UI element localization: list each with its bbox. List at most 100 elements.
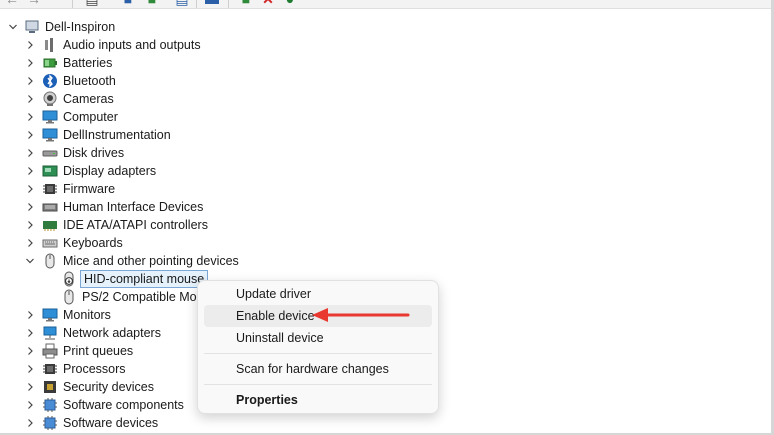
network-icon — [42, 325, 58, 341]
component-icon — [42, 397, 58, 413]
chevron-right-icon[interactable] — [25, 328, 35, 338]
tree-item-human-interface-devices[interactable]: Human Interface Devices — [25, 198, 203, 216]
mouse-icon — [42, 253, 58, 269]
tree-item-label: Computer — [63, 110, 118, 124]
tree-item-label: Disk drives — [63, 146, 125, 160]
tree-item-bluetooth[interactable]: Bluetooth — [25, 72, 116, 90]
chevron-right-icon[interactable] — [25, 400, 35, 410]
tree-item-software-devices[interactable]: Software devices — [25, 414, 158, 432]
tree-item-label: DellInstrumentation — [63, 128, 171, 142]
tree-item-label: Mice and other pointing devices — [63, 254, 239, 268]
enable-driver-icon[interactable]: ■ — [238, 0, 254, 6]
tree-item-monitors[interactable]: Monitors — [25, 306, 111, 324]
disk-icon — [42, 145, 58, 161]
tree-item-label: Network adapters — [63, 326, 161, 340]
keyboard-icon — [42, 235, 58, 251]
tree-item-label: IDE ATA/ATAPI controllers — [63, 218, 208, 232]
enable-icon[interactable]: ● — [282, 0, 298, 6]
tree-item-display-adapters[interactable]: Display adapters — [25, 162, 156, 180]
chevron-right-icon[interactable] — [25, 382, 35, 392]
chevron-right-icon[interactable] — [25, 130, 35, 140]
tree-item-label: Processors — [63, 362, 126, 376]
tree-item-label: HID-compliant mouse — [80, 270, 209, 288]
chevron-right-icon[interactable] — [25, 364, 35, 374]
tree-item-print-queues[interactable]: Print queues — [25, 342, 133, 360]
mouse-icon — [61, 289, 77, 305]
annotation-arrow-icon — [312, 308, 410, 322]
tree-item-software-components[interactable]: Software components — [25, 396, 184, 414]
forward-icon[interactable]: → — [26, 0, 42, 6]
bluetooth-icon — [42, 73, 58, 89]
chevron-right-icon[interactable] — [25, 148, 35, 158]
menu-scan-hardware[interactable]: Scan for hardware changes — [204, 358, 432, 380]
mouse-disabled-icon — [61, 271, 77, 287]
monitor-icon — [42, 109, 58, 125]
tree-item-label: Audio inputs and outputs — [63, 38, 201, 52]
tree-item-hid-compliant-mouse[interactable]: HID-compliant mouse — [52, 270, 209, 288]
tree-item-audio-inputs-and-outputs[interactable]: Audio inputs and outputs — [25, 36, 201, 54]
menu-properties[interactable]: Properties — [204, 389, 432, 411]
tree-item-label: Monitors — [63, 308, 111, 322]
monitor-icon — [42, 307, 58, 323]
tree-item-label: Software components — [63, 398, 184, 412]
tree-item-mice-and-other-pointing-devices[interactable]: Mice and other pointing devices — [25, 252, 239, 270]
tree-item-ide-ata-atapi-controllers[interactable]: IDE ATA/ATAPI controllers — [25, 216, 208, 234]
chevron-right-icon[interactable] — [25, 94, 35, 104]
chevron-right-icon[interactable] — [25, 40, 35, 50]
tree-item-label: Print queues — [63, 344, 134, 358]
chevron-right-icon[interactable] — [25, 166, 35, 176]
tree-item-ps2-mouse[interactable]: PS/2 Compatible Mou — [52, 288, 204, 306]
chevron-right-icon[interactable] — [25, 202, 35, 212]
menu-uninstall-device[interactable]: Uninstall device — [204, 327, 432, 349]
tree-item-label: Human Interface Devices — [63, 200, 204, 214]
tree-item-computer[interactable]: Computer — [25, 108, 118, 126]
chevron-right-icon[interactable] — [25, 184, 35, 194]
tree-item-keyboards[interactable]: Keyboards — [25, 234, 123, 252]
tree-item-label: Bluetooth — [63, 74, 116, 88]
menu-update-driver[interactable]: Update driver — [204, 283, 432, 305]
chevron-right-icon[interactable] — [25, 112, 35, 122]
tree-root-dell-inspiron[interactable]: Dell-Inspiron — [8, 18, 115, 36]
chevron-right-icon[interactable] — [25, 58, 35, 68]
chevron-right-icon[interactable] — [25, 310, 35, 320]
toolbar-separator — [196, 0, 197, 8]
chevron-down-icon[interactable] — [25, 256, 35, 266]
tree-item-disk-drives[interactable]: Disk drives — [25, 144, 124, 162]
tree-item-label: Dell-Inspiron — [45, 20, 116, 34]
toolbar-separator — [228, 0, 229, 8]
tree-item-network-adapters[interactable]: Network adapters — [25, 324, 161, 342]
chevron-right-icon[interactable] — [25, 76, 35, 86]
display-icon — [42, 163, 58, 179]
chevron-right-icon[interactable] — [25, 238, 35, 248]
tree-item-label: Security devices — [63, 380, 155, 394]
tree-item-label: Cameras — [63, 92, 114, 106]
tree-item-batteries[interactable]: Batteries — [25, 54, 112, 72]
context-menu: Update driver Enable device Uninstall de… — [197, 280, 439, 414]
component-icon — [42, 415, 58, 431]
security-icon — [42, 379, 58, 395]
chevron-down-icon[interactable] — [8, 22, 18, 32]
chip-icon — [42, 181, 58, 197]
chip-icon — [42, 361, 58, 377]
chevron-right-icon[interactable] — [25, 220, 35, 230]
chevron-right-icon[interactable] — [25, 346, 35, 356]
update-driver-icon[interactable]: ■ — [144, 0, 160, 6]
toolbar: ← → ▤ ■ ■ ▤ ▬ ■ ✕ ● — [0, 0, 774, 9]
scan-icon[interactable]: ▤ — [174, 0, 190, 6]
chevron-right-icon[interactable] — [25, 418, 35, 428]
monitor-icon — [42, 127, 58, 143]
tree-item-label: Display adapters — [63, 164, 157, 178]
back-icon[interactable]: ← — [4, 0, 20, 6]
uninstall-icon[interactable]: ✕ — [260, 0, 276, 6]
properties-icon[interactable]: ▤ — [84, 0, 100, 6]
add-driver-icon[interactable]: ▬ — [204, 0, 220, 6]
toolbar-separator — [72, 0, 73, 8]
tree-item-dellinstrumentation[interactable]: DellInstrumentation — [25, 126, 171, 144]
tree-item-firmware[interactable]: Firmware — [25, 180, 115, 198]
speaker-icon — [42, 37, 58, 53]
tree-item-security-devices[interactable]: Security devices — [25, 378, 154, 396]
tree-item-cameras[interactable]: Cameras — [25, 90, 114, 108]
printer-icon — [42, 343, 58, 359]
tree-item-processors[interactable]: Processors — [25, 360, 126, 378]
help-icon[interactable]: ■ — [120, 0, 136, 6]
